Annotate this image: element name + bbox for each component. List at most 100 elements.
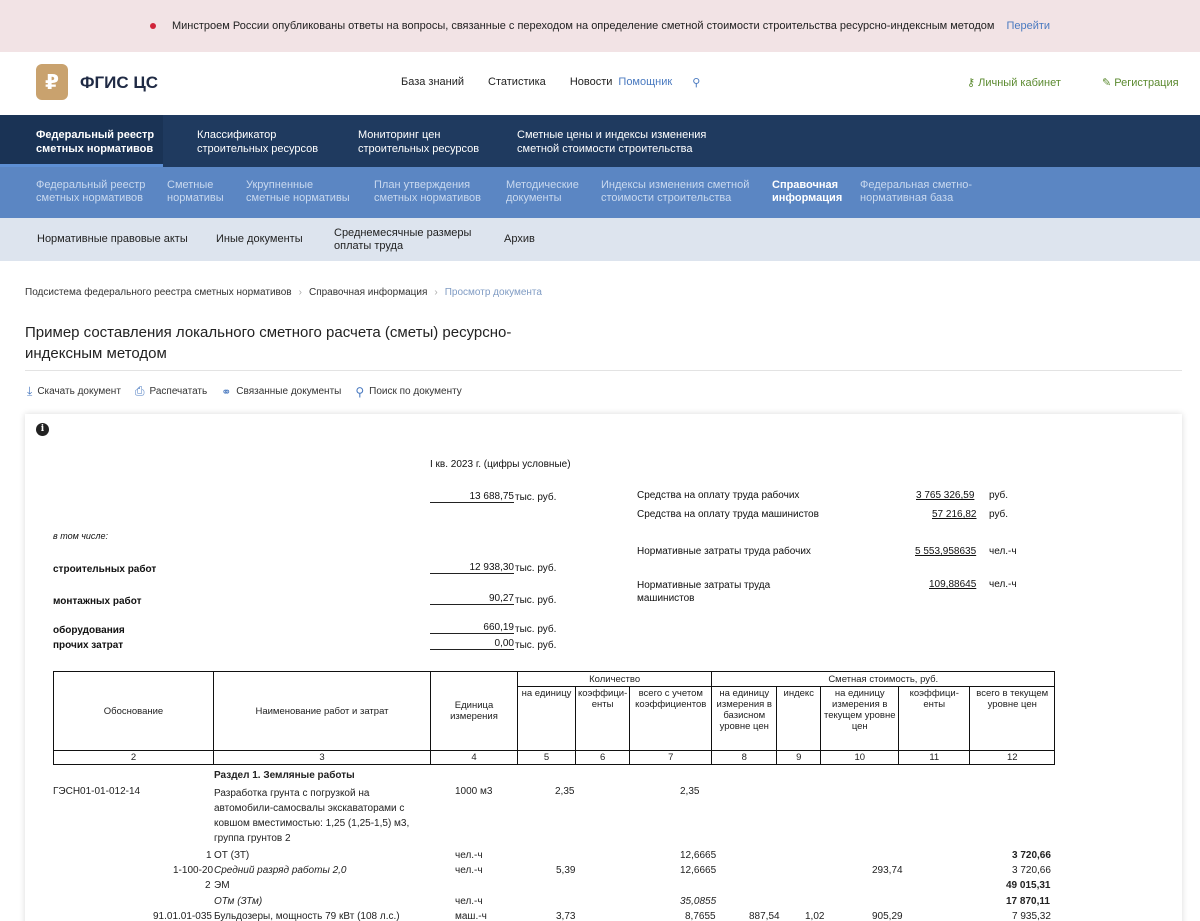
personal-cabinet-link[interactable]: ⚷ Личный кабинет: [967, 76, 1061, 89]
nav1-federal-registry[interactable]: Федеральный реестр сметных нормативов: [0, 115, 163, 167]
doc-line-label: прочих затрат: [53, 640, 124, 651]
row-code: 2: [205, 880, 211, 891]
nav2-normative-base[interactable]: Федеральная сметно- нормативная база: [860, 179, 972, 205]
nav1-estimated-prices[interactable]: Сметные цены и индексы изменения сметной…: [482, 115, 742, 167]
nav1-classifier[interactable]: Классификатор строительных ресурсов: [163, 115, 323, 167]
nav3-archive[interactable]: Архив: [504, 233, 535, 246]
col-number: 7: [629, 750, 713, 765]
col-number: 10: [820, 750, 900, 765]
row-qty: 3,73: [556, 911, 576, 921]
row-name: Бульдозеры, мощность 79 кВт (108 л.с.): [214, 911, 400, 921]
doc-period: I кв. 2023 г. (цифры условные): [430, 459, 571, 470]
doc-right-label: Средства на оплату труда рабочих: [637, 490, 800, 501]
row-code: 1-100-20: [173, 865, 214, 876]
download-label: Скачать документ: [37, 386, 121, 397]
doc-right-label: Средства на оплату труда машинистов: [637, 509, 819, 520]
related-docs-button[interactable]: ⚭ Связанные документы: [221, 385, 341, 399]
row-code: 1: [206, 850, 212, 861]
topnav-statistics[interactable]: Статистика: [488, 76, 546, 89]
row-code: 91.01.01-035: [153, 911, 212, 921]
col-number: 11: [898, 750, 971, 765]
nav2-reference-info[interactable]: Справочная информация: [772, 179, 842, 205]
nav2-methodical-docs[interactable]: Методические документы: [506, 179, 579, 205]
doc-right-label: Нормативные затраты труда рабочих: [637, 546, 811, 557]
chevron-right-icon: ›: [298, 287, 302, 298]
col-number: 6: [574, 750, 631, 765]
row-unit: чел.-ч: [455, 850, 483, 861]
doc-line-label: строительных работ: [53, 564, 157, 575]
topnav-news[interactable]: Новости: [570, 76, 613, 89]
nav2-norms[interactable]: Сметные нормативы: [167, 179, 224, 205]
nav2-federal-registry[interactable]: Федеральный реестр сметных нормативов: [36, 179, 145, 205]
col-header-basis: Обоснование: [53, 671, 214, 751]
row-name: ОТм (ЗТм): [214, 896, 263, 907]
secondary-nav: Федеральный реестр сметных нормативов См…: [0, 167, 1200, 218]
doc-line-unit: тыс. руб.: [515, 563, 557, 574]
row-unit: маш.-ч: [455, 911, 487, 921]
document-viewer[interactable]: [25, 414, 1182, 921]
row-total: 12,6665: [680, 850, 717, 861]
col-number: 3: [213, 750, 431, 765]
row-unit: 1000 м3: [455, 786, 493, 797]
doc-right-value: 5 553,958635: [915, 546, 977, 557]
alert-dot-icon: [149, 23, 156, 29]
col-header-coef2: коэффици-енты: [898, 686, 971, 751]
doc-line-label: монтажных работ: [53, 596, 142, 607]
doc-line-unit: тыс. руб.: [515, 595, 557, 606]
row-index: 1,02: [805, 911, 825, 921]
col-header-current-price: на единицу измерения в текущем уровне це…: [820, 686, 900, 751]
doc-line-value: 660,19: [430, 622, 514, 634]
col-header-coef: коэффици-енты: [574, 686, 631, 751]
tertiary-nav: Нормативные правовые акты Иные документы…: [0, 218, 1200, 261]
nav3-legal-acts[interactable]: Нормативные правовые акты: [37, 233, 188, 246]
row-qty: 2,35: [555, 786, 575, 797]
row-name: Разработка грунта с погрузкой на автомоб…: [214, 788, 410, 844]
col-header-total-coef: всего с учетом коэффициентов: [629, 686, 713, 751]
download-icon: ⤓: [27, 384, 33, 398]
col-number: 4: [430, 750, 518, 765]
topnav-assistant[interactable]: Помощник: [618, 76, 672, 89]
announcement-link[interactable]: Перейти: [1006, 20, 1050, 32]
row-qty: 5,39: [556, 865, 576, 876]
site-logo-text[interactable]: ФГИС ЦС: [80, 73, 158, 93]
col-number: 2: [53, 750, 214, 765]
download-button[interactable]: ⤓ Скачать документ: [27, 384, 121, 399]
row-code: ГЭСН01-01-012-14: [53, 786, 141, 797]
breadcrumb-item-subsystem[interactable]: Подсистема федерального реестра сметных …: [25, 287, 292, 298]
nav2-cost-indexes[interactable]: Индексы изменения сметной стоимости стро…: [601, 179, 749, 205]
col-header-name: Наименование работ и затрат: [213, 671, 431, 751]
row-cost: 17 870,11: [1006, 896, 1050, 907]
ruble-logo-icon[interactable]: ₽: [36, 64, 68, 100]
nav1-price-monitoring[interactable]: Мониторинг цен строительных ресурсов: [323, 115, 482, 167]
row-total: 35,0855: [680, 896, 717, 907]
topnav-knowledge-base[interactable]: База знаний: [401, 76, 464, 89]
row-unit: чел.-ч: [455, 865, 483, 876]
row-cost: 3 720,66: [1012, 850, 1051, 861]
breadcrumb-item-reference[interactable]: Справочная информация: [309, 287, 427, 298]
row-unit: чел.-ч: [455, 896, 483, 907]
col-header-index: индекс: [776, 686, 822, 751]
row-name: ОТ (ЗТ): [214, 850, 250, 861]
nav2-approval-plan[interactable]: План утверждения сметных нормативов: [374, 179, 481, 205]
search-icon[interactable]: ⚲: [692, 76, 700, 89]
nav3-other-docs[interactable]: Иные документы: [216, 233, 303, 246]
print-button[interactable]: ⎙ Распечатать: [135, 384, 207, 399]
estimate-table: Обоснование Наименование работ и затрат …: [53, 671, 1056, 765]
doc-line-unit: тыс. руб.: [515, 624, 557, 635]
register-link[interactable]: ✎ Регистрация: [1102, 76, 1179, 89]
row-total: 12,6665: [680, 865, 717, 876]
related-docs-label: Связанные документы: [236, 386, 342, 397]
info-icon[interactable]: i: [36, 423, 49, 436]
section-title: Раздел 1. Земляные работы: [214, 770, 355, 781]
col-header-unit: Единица измерения: [430, 671, 518, 751]
doc-line-label: оборудования: [53, 625, 125, 636]
register-label: Регистрация: [1114, 77, 1179, 89]
nav2-enlarged-norms[interactable]: Укрупненные сметные нормативы: [246, 179, 350, 205]
search-in-doc-button[interactable]: ⚲ Поиск по документу: [355, 385, 461, 399]
col-number: 5: [517, 750, 576, 765]
nav3-avg-wages[interactable]: Среднемесячные размеры оплаты труда: [334, 227, 471, 253]
doc-line-value: 90,27: [430, 593, 514, 605]
doc-right-unit: чел.-ч: [989, 546, 1017, 557]
personal-cabinet-label: Личный кабинет: [978, 77, 1061, 89]
col-number: 8: [711, 750, 778, 765]
